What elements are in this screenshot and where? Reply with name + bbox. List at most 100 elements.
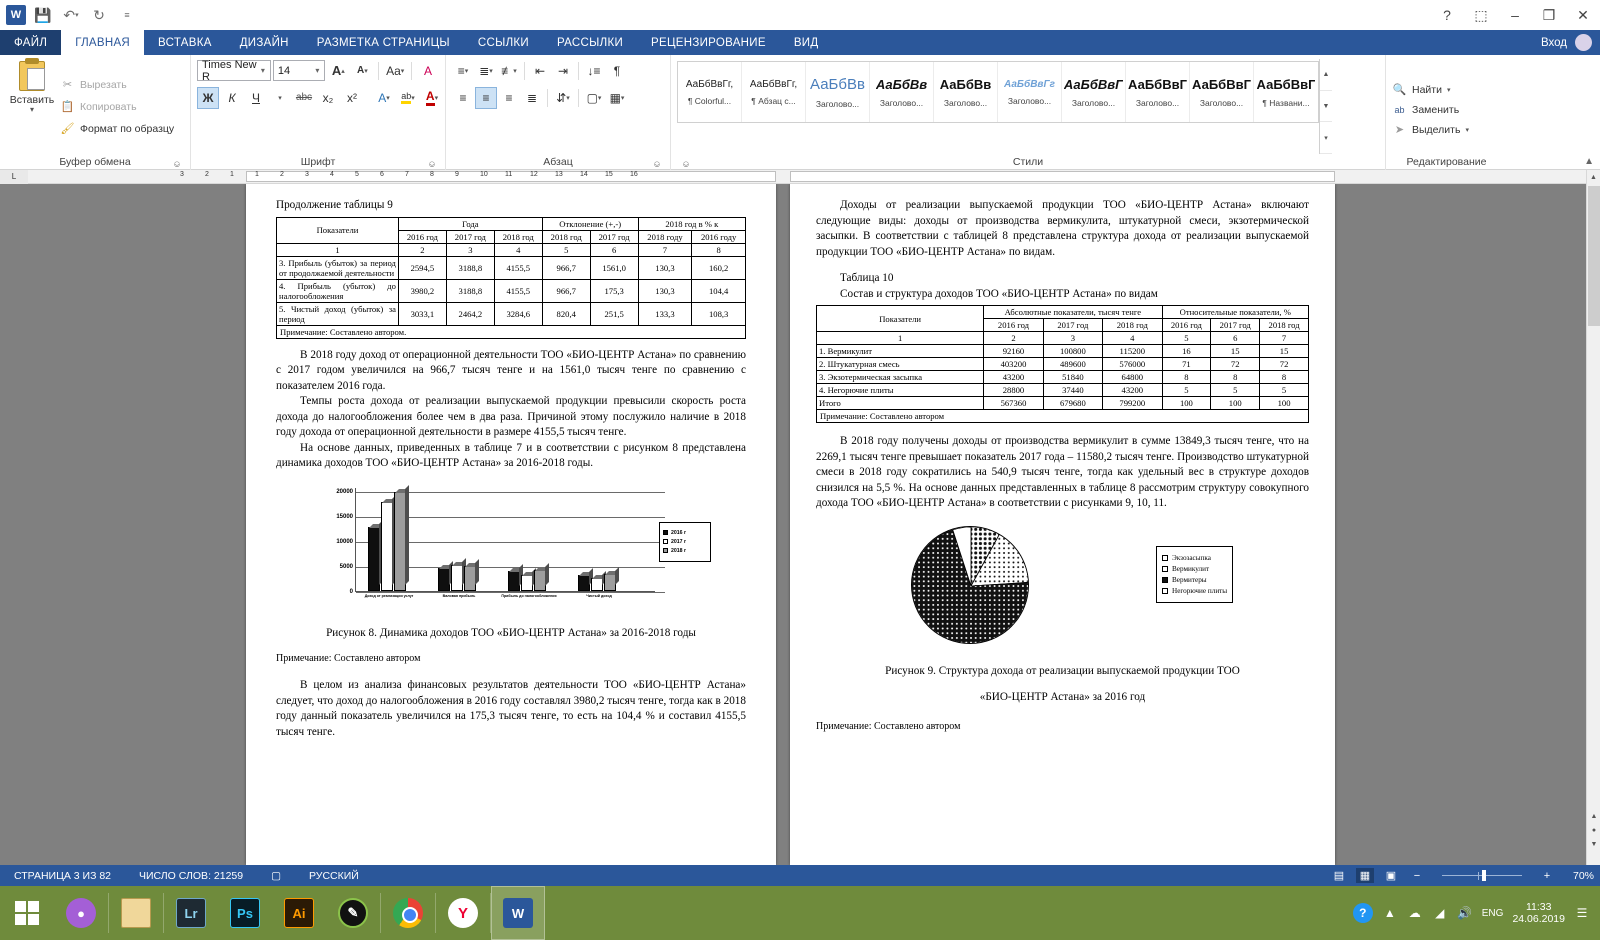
- vertical-scrollbar[interactable]: ▲ ▲ ● ▼: [1586, 170, 1600, 865]
- clipboard-dialog-launcher-icon[interactable]: ⎉: [172, 156, 182, 169]
- tab-view[interactable]: ВИД: [780, 30, 833, 55]
- shading-icon[interactable]: ▢ ▾: [583, 87, 605, 109]
- document-page-right[interactable]: Доходы от реализации выпускаемой продукц…: [790, 184, 1335, 865]
- document-canvas[interactable]: Продолжение таблицы 9 Показатели Года От…: [0, 184, 1600, 865]
- bold-button[interactable]: Ж: [197, 86, 219, 109]
- next-page-icon[interactable]: ▼: [1587, 837, 1600, 851]
- word-count[interactable]: ЧИСЛО СЛОВ: 21259: [125, 870, 257, 882]
- tab-review[interactable]: РЕЦЕНЗИРОВАНИЕ: [637, 30, 780, 55]
- line-spacing-icon[interactable]: ⇵ ▾: [552, 87, 574, 109]
- scroll-up-icon[interactable]: ▲: [1587, 170, 1600, 184]
- show-marks-icon[interactable]: ¶: [606, 60, 628, 82]
- multilevel-list-icon[interactable]: ≢ ▾: [498, 60, 520, 82]
- increase-indent-icon[interactable]: ⇥: [552, 60, 574, 82]
- taskbar-photoshop[interactable]: Ps: [218, 886, 272, 940]
- highlight-button[interactable]: ab ▾: [397, 87, 419, 109]
- text-effects-button[interactable]: A ▾: [373, 87, 395, 109]
- style-item-6[interactable]: АаБбВвГ Заголово...: [1062, 62, 1126, 122]
- continuation-table-9[interactable]: Показатели Года Отклонение (+,-) 2018 го…: [276, 216, 747, 326]
- account-avatar[interactable]: [1575, 34, 1592, 51]
- tab-design[interactable]: ДИЗАЙН: [226, 30, 303, 55]
- show-hidden-icons[interactable]: ▲: [1382, 905, 1398, 921]
- tab-page-layout[interactable]: РАЗМЕТКА СТРАНИЦЫ: [303, 30, 464, 55]
- font-color-button[interactable]: A ▾: [421, 87, 443, 109]
- style-item-7[interactable]: АаБбВвГ Заголово...: [1126, 62, 1190, 122]
- paragraph-dialog-launcher-icon[interactable]: ⎉: [652, 156, 662, 169]
- taskbar-illustrator[interactable]: Ai: [272, 886, 326, 940]
- tab-mailings[interactable]: РАССЫЛКИ: [543, 30, 637, 55]
- styles-gallery[interactable]: АаБбВвГг, ¶ Colorful... АаБбВвГг, ¶ Абзац с…: [677, 61, 1319, 123]
- format-painter-button[interactable]: 🖌 Формат по образцу: [60, 119, 175, 138]
- decrease-indent-icon[interactable]: ⇤: [529, 60, 551, 82]
- figure-8-bar-chart[interactable]: 0 5000 10000 15000 20000 Доход от реализации …: [311, 484, 711, 612]
- network-icon[interactable]: ◢: [1432, 905, 1448, 921]
- tab-home[interactable]: ГЛАВНАЯ: [61, 30, 145, 55]
- replace-button[interactable]: ab Заменить: [1392, 100, 1501, 120]
- taskbar-file-explorer[interactable]: [109, 886, 163, 940]
- customize-qat-icon[interactable]: ≡: [116, 4, 138, 26]
- taskbar-pen-app[interactable]: ✎: [326, 886, 380, 940]
- cut-button[interactable]: ✂ Вырезать: [60, 75, 174, 94]
- superscript-button[interactable]: x²: [341, 87, 363, 109]
- style-item-1[interactable]: АаБбВвГг, ¶ Абзац с...: [742, 62, 806, 122]
- paste-dropdown-icon[interactable]: ▾: [30, 106, 34, 114]
- tab-insert[interactable]: ВСТАВКА: [144, 30, 226, 55]
- style-item-8[interactable]: АаБбВвГ Заголово...: [1190, 62, 1254, 122]
- zoom-level[interactable]: 70%: [1564, 870, 1594, 882]
- previous-page-icon[interactable]: ▲: [1587, 809, 1600, 823]
- styles-dialog-launcher-icon[interactable]: ⎉: [681, 156, 691, 169]
- ruler-strip[interactable]: 3 2 1 1 2 3 4 5 6 7 8 9 10 11 12 13 14 15 16: [28, 170, 1600, 184]
- help-tray-icon[interactable]: ?: [1352, 903, 1373, 923]
- taskbar-yandex[interactable]: Y: [436, 886, 490, 940]
- taskbar-chrome[interactable]: [381, 886, 435, 940]
- taskbar-word[interactable]: W: [491, 886, 545, 940]
- align-center-icon[interactable]: ≡: [475, 86, 497, 109]
- italic-button[interactable]: К: [221, 87, 243, 109]
- redo-icon[interactable]: ↻: [88, 4, 110, 26]
- minimize-icon[interactable]: –: [1498, 0, 1532, 30]
- tab-file[interactable]: ФАЙЛ: [0, 30, 62, 55]
- table-10[interactable]: Показатели Абсолютные показатели, тысяч …: [815, 305, 1309, 410]
- font-size-combo[interactable]: 14 ▾: [272, 60, 326, 81]
- zoom-out-icon[interactable]: −: [1408, 868, 1426, 883]
- bullets-icon[interactable]: ≡ ▾: [452, 60, 474, 82]
- borders-icon[interactable]: ▦ ▾: [606, 87, 628, 109]
- subscript-button[interactable]: x₂: [317, 87, 339, 109]
- action-center-icon[interactable]: ☰: [1574, 905, 1590, 921]
- print-layout-icon[interactable]: ▦: [1356, 868, 1374, 883]
- language-tray[interactable]: ENG: [1482, 905, 1504, 921]
- spelling-icon[interactable]: ▢: [257, 870, 295, 882]
- underline-button[interactable]: Ч: [245, 87, 267, 109]
- justify-icon[interactable]: ≣: [521, 87, 543, 109]
- scrollbar-thumb[interactable]: [1588, 186, 1600, 326]
- style-item-5[interactable]: АаБбВвГг Заголово...: [998, 62, 1062, 122]
- signin-area[interactable]: Вход: [1541, 30, 1592, 55]
- horizontal-ruler[interactable]: L 3 2 1 1 2 3 4 5 6 7 8 9 10 11 12 13 14 15 16: [0, 170, 1600, 184]
- collapse-ribbon-icon[interactable]: ▲: [1584, 156, 1594, 167]
- tab-references[interactable]: ССЫЛКИ: [464, 30, 543, 55]
- style-item-2[interactable]: АаБбВв Заголово...: [806, 62, 870, 122]
- help-icon[interactable]: ?: [1430, 0, 1464, 30]
- change-case-button[interactable]: Aa ▾: [384, 60, 406, 82]
- styles-scroll-up-icon[interactable]: ▲: [1320, 59, 1332, 91]
- read-mode-icon[interactable]: ▤: [1330, 868, 1348, 883]
- chevron-down-icon[interactable]: ▾: [258, 66, 268, 75]
- style-item-3[interactable]: АаБбВв Заголово...: [870, 62, 934, 122]
- onedrive-icon[interactable]: ☁: [1407, 905, 1423, 921]
- select-dropdown-icon[interactable]: ▾: [1465, 126, 1469, 134]
- find-dropdown-icon[interactable]: ▾: [1447, 86, 1451, 94]
- styles-scroll-down-icon[interactable]: ▼: [1320, 91, 1332, 123]
- ribbon-display-icon[interactable]: ⬚: [1464, 0, 1498, 30]
- undo-icon[interactable]: ↶ ▾: [60, 4, 82, 26]
- clear-formatting-icon[interactable]: A: [417, 60, 439, 82]
- style-item-4[interactable]: АаБбВв Заголово...: [934, 62, 998, 122]
- select-button[interactable]: ➤ Выделить ▾: [1392, 120, 1501, 140]
- grow-font-button[interactable]: A ▴: [327, 60, 349, 82]
- restore-icon[interactable]: ❐: [1532, 0, 1566, 30]
- font-dialog-launcher-icon[interactable]: ⎉: [427, 156, 437, 169]
- taskbar-app-drop[interactable]: ●: [54, 886, 108, 940]
- find-button[interactable]: 🔍 Найти ▾: [1392, 80, 1501, 100]
- style-item-0[interactable]: АаБбВвГг, ¶ Colorful...: [678, 62, 742, 122]
- style-item-9[interactable]: АаБбВвГ ¶ Названи...: [1254, 62, 1318, 122]
- taskbar-lightroom[interactable]: Lr: [164, 886, 218, 940]
